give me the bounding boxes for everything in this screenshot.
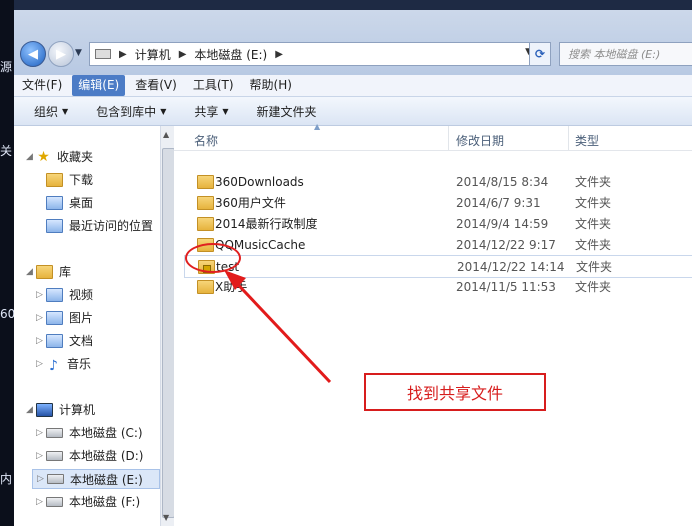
annotation-arrow-icon	[224, 270, 332, 384]
watermark-subtext: jingyan.baidu.com	[591, 507, 684, 518]
watermark-text: Baidu经验	[616, 490, 684, 506]
baidu-watermark: Baidu经验 jingyan.baidu.com	[592, 487, 684, 518]
annotation-note: 找到共享文件	[364, 373, 546, 411]
